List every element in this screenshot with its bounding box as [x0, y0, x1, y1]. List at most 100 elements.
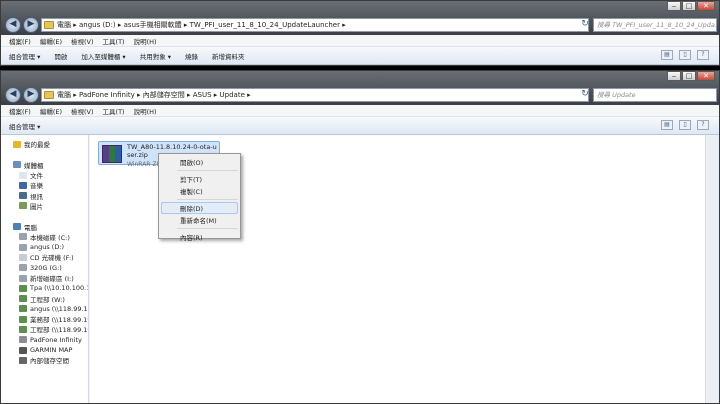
help-icon[interactable]: ? — [697, 120, 709, 130]
menu-item[interactable]: 檔案(F) — [9, 36, 31, 46]
close-button[interactable]: ✕ — [697, 1, 715, 11]
network-drive-icon — [19, 315, 27, 323]
toolbar-button[interactable]: 共用對象 ▾ — [140, 51, 171, 61]
preview-pane-icon[interactable]: ▯ — [679, 120, 691, 130]
chevron-right-icon[interactable]: ▸ — [245, 91, 251, 99]
nav-pane-label: 文件 — [30, 172, 43, 181]
nav-pane-item[interactable]: 媒體櫃 — [1, 160, 88, 170]
menu-item[interactable]: 工具(T) — [103, 106, 125, 116]
breadcrumb-item[interactable]: 電腦 — [57, 91, 71, 99]
context-menu-item[interactable]: 刪除(D) — [161, 202, 238, 214]
back-arrow-icon[interactable]: ◀ — [5, 87, 21, 103]
navigation-pane[interactable]: 我的最愛媒體櫃文件 音樂 視訊 圖片電腦 本機磁碟 (C:) angus (D:) CD 光… — [1, 135, 89, 403]
address-bar[interactable]: 電腦 ▸ PadFone Infinity ▸ 內部儲存空間 ▸ ASUS ▸ … — [41, 88, 589, 102]
nav-pane-label: PadFone Infinity — [30, 335, 82, 344]
toolbar-button[interactable]: 新增資料夾 — [212, 51, 245, 61]
nav-pane-item[interactable]: angus (D:) — [1, 242, 88, 252]
nav-pane-item[interactable]: 工程部 (\\118.99.19 — [1, 324, 88, 334]
nav-pane-label: GARMIN MAP — [30, 346, 73, 355]
vertical-scrollbar[interactable] — [705, 135, 719, 403]
preview-pane-icon[interactable]: ▯ — [679, 50, 691, 60]
breadcrumb-item[interactable]: 內部儲存空間 — [143, 91, 185, 99]
chevron-right-icon[interactable]: ▸ — [135, 91, 143, 99]
toolbar-button[interactable]: 燒錄 — [185, 51, 198, 61]
context-menu-item[interactable]: 複製(C) — [161, 185, 238, 197]
nav-pane-item[interactable]: 視訊 — [1, 190, 88, 201]
context-menu-item[interactable]: 開啟(O) — [161, 156, 238, 168]
maximize-button[interactable]: □ — [682, 1, 696, 11]
chevron-right-icon[interactable]: ▸ — [185, 91, 193, 99]
chevron-right-icon[interactable]: ▸ — [71, 21, 79, 29]
view-controls: ▤ ▯ ? — [661, 50, 709, 60]
menu-item[interactable]: 檢視(V) — [71, 36, 94, 46]
nav-pane-item[interactable]: 內部儲存空間 — [1, 355, 88, 365]
toolbar-button[interactable]: 組合管理 ▾ — [9, 51, 40, 61]
nav-pane-item[interactable]: angus (\\118.99.19 — [1, 304, 88, 314]
menu-item[interactable]: 工具(T) — [103, 36, 125, 46]
nav-pane-item[interactable]: 工程部 (W:) — [1, 293, 88, 304]
back-arrow-icon[interactable]: ◀ — [5, 17, 21, 33]
title-bar[interactable]: ‒ □ ✕ ◀ ▶ 電腦 ▸ angus (D:) ▸ asus手機相關軟體 ▸… — [1, 1, 719, 35]
breadcrumb-item[interactable]: ASUS — [193, 91, 212, 99]
forward-arrow-icon[interactable]: ▶ — [23, 87, 39, 103]
nav-pane-item[interactable]: 業務部 (\\118.99.19 — [1, 314, 88, 324]
nav-pane-item[interactable]: 文件 — [1, 170, 88, 180]
nav-pane-label: Tpa (\\10.10.100.10 — [30, 284, 89, 293]
view-options-icon[interactable]: ▤ — [661, 120, 673, 130]
menu-bar: 檔案(F) 編輯(E) 檢視(V) 工具(T) 說明(H) — [1, 105, 719, 117]
nav-pane-item[interactable]: 電腦 — [1, 221, 88, 232]
toolbar-button[interactable]: 開啟 — [54, 51, 67, 61]
nav-pane-item[interactable]: PadFone Infinity — [1, 335, 88, 345]
nav-pane-item[interactable]: 320G (G:) — [1, 263, 88, 273]
back-explorer-window[interactable]: ‒ □ ✕ ◀ ▶ 電腦 ▸ angus (D:) ▸ asus手機相關軟體 ▸… — [0, 0, 720, 66]
network-drive-icon — [19, 305, 27, 313]
chevron-right-icon[interactable]: ▸ — [340, 21, 346, 29]
nav-pane-item[interactable]: 我的最愛 — [1, 139, 88, 149]
chevron-right-icon[interactable]: ▸ — [182, 21, 190, 29]
breadcrumb-item[interactable]: asus手機相關軟體 — [124, 21, 182, 29]
chevron-right-icon[interactable]: ▸ — [71, 91, 79, 99]
nav-pane-item[interactable]: GARMIN MAP — [1, 345, 88, 355]
folder-icon — [44, 21, 54, 29]
help-icon[interactable]: ? — [697, 50, 709, 60]
command-bar: 組合管理 ▾ 開啟 加入至媒體櫃 ▾ 共用對象 ▾ 燒錄 新增資料夾 ▤ ▯ ? — [1, 47, 719, 65]
nav-pane-item[interactable]: 圖片 — [1, 201, 88, 211]
nav-pane-item[interactable]: 新增磁碟區 (I:) — [1, 273, 88, 283]
menu-item[interactable]: 說明(H) — [134, 106, 157, 116]
menu-item[interactable]: 說明(H) — [134, 36, 157, 46]
menu-item[interactable]: 編輯(E) — [40, 36, 62, 46]
refresh-icon[interactable]: ↻ — [579, 88, 591, 102]
forward-arrow-icon[interactable]: ▶ — [23, 17, 39, 33]
menu-item[interactable]: 編輯(E) — [40, 106, 62, 116]
search-input[interactable]: 搜尋 Update — [593, 88, 717, 102]
context-menu-item[interactable]: 內容(R) — [161, 231, 238, 243]
nav-pane-item[interactable]: CD 光碟機 (F:) — [1, 252, 88, 262]
search-input[interactable]: 搜尋 TW_PFI_user_11_8_10_24_Upda... — [593, 18, 717, 32]
chevron-right-icon[interactable]: ▸ — [116, 21, 124, 29]
breadcrumb-item[interactable]: Update — [220, 91, 245, 99]
close-button[interactable]: ✕ — [697, 71, 715, 81]
nav-pane-item[interactable]: 音樂 — [1, 180, 88, 190]
breadcrumb-item[interactable]: 電腦 — [57, 21, 71, 29]
breadcrumb-item[interactable]: angus (D:) — [79, 21, 116, 29]
menu-item[interactable]: 檢視(V) — [71, 106, 94, 116]
context-menu-item[interactable]: 剪下(T) — [161, 173, 238, 185]
nav-pane-item[interactable]: Tpa (\\10.10.100.10 — [1, 283, 88, 293]
breadcrumb-item[interactable]: PadFone Infinity — [79, 91, 135, 99]
breadcrumb-item[interactable]: TW_PFI_user_11_8_10_24_UpdateLauncher — [190, 21, 340, 29]
minimize-button[interactable]: ‒ — [667, 1, 681, 11]
front-explorer-window[interactable]: ‒ □ ✕ ◀ ▶ 電腦 ▸ PadFone Infinity ▸ 內部儲存空間… — [0, 70, 720, 404]
minimize-button[interactable]: ‒ — [667, 71, 681, 81]
nav-pane-item[interactable]: 本機磁碟 (C:) — [1, 232, 88, 242]
view-options-icon[interactable]: ▤ — [661, 50, 673, 60]
chevron-right-icon[interactable]: ▸ — [212, 91, 220, 99]
refresh-icon[interactable]: ↻ — [579, 18, 591, 32]
context-menu-item[interactable]: 重新命名(M) — [161, 214, 238, 226]
address-bar[interactable]: 電腦 ▸ angus (D:) ▸ asus手機相關軟體 ▸ TW_PFI_us… — [41, 18, 589, 32]
menu-item[interactable]: 檔案(F) — [9, 106, 31, 116]
toolbar-button[interactable]: 組合管理 ▾ — [9, 121, 40, 131]
toolbar-button[interactable]: 加入至媒體櫃 ▾ — [81, 51, 125, 61]
title-bar[interactable]: ‒ □ ✕ ◀ ▶ 電腦 ▸ PadFone Infinity ▸ 內部儲存空間… — [1, 71, 719, 105]
view-controls: ▤ ▯ ? — [661, 120, 709, 130]
maximize-button[interactable]: □ — [682, 71, 696, 81]
